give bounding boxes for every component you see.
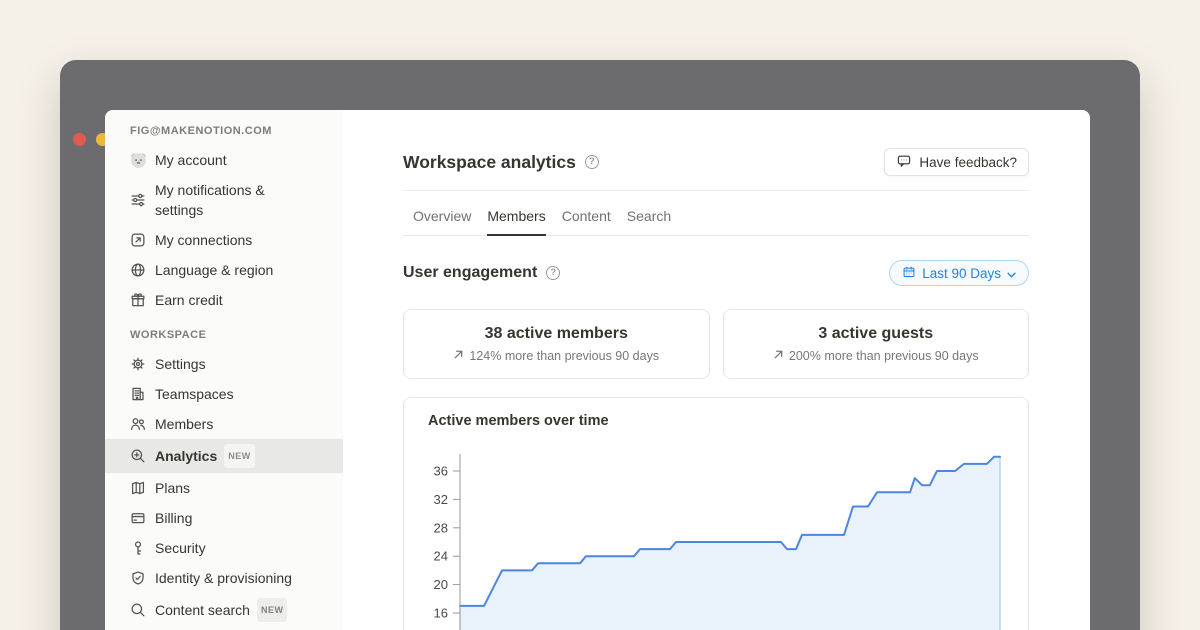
trend-up-icon: [453, 349, 464, 363]
key-icon: [129, 539, 147, 557]
app-window: FIG@MAKENOTION.COM My account My notifica…: [60, 60, 1140, 630]
stat-value: 3 active guests: [818, 325, 933, 343]
y-axis-tick-label: 36: [434, 464, 448, 479]
y-axis-tick-label: 20: [434, 577, 448, 592]
workspace-menu: Settings Teamspaces Members Analytics NEW Pla…: [105, 349, 343, 627]
stat-delta: 124% more than previous 90 days: [453, 349, 659, 363]
tab-content[interactable]: Content: [562, 191, 611, 236]
have-feedback-button[interactable]: Have feedback?: [884, 148, 1029, 176]
sidebar-item-label: Content search: [155, 600, 250, 620]
shield-check-icon: [129, 569, 147, 587]
user-engagement-header: User engagement ?: [403, 260, 1029, 286]
stat-delta-text: 124% more than previous 90 days: [469, 349, 659, 363]
sidebar-item-content-search[interactable]: Content search NEW: [105, 593, 343, 627]
sidebar-item-label: Earn credit: [155, 290, 223, 310]
page-header: Workspace analytics ?: [403, 148, 1029, 176]
stat-card-active-members: 38 active members 124% more than previous…: [403, 309, 710, 379]
calendar-icon: [902, 265, 916, 282]
avatar: [129, 151, 147, 169]
y-axis-tick-label: 28: [434, 520, 448, 535]
sidebar-item-teamspaces[interactable]: Teamspaces: [105, 379, 343, 409]
sidebar-item-plans[interactable]: Plans: [105, 473, 343, 503]
sidebar-item-security[interactable]: Security: [105, 533, 343, 563]
analytics-tabs: Overview Members Content Search: [403, 191, 1029, 236]
sidebar-item-my-account[interactable]: My account: [105, 145, 343, 175]
sidebar-item-label: Billing: [155, 508, 192, 528]
sidebar-item-label: Plans: [155, 478, 190, 498]
sidebar-item-settings[interactable]: Settings: [105, 349, 343, 379]
sidebar-item-earn-credit[interactable]: Earn credit: [105, 285, 343, 315]
people-icon: [129, 415, 147, 433]
sidebar-item-label: Members: [155, 414, 213, 434]
trend-up-icon: [773, 349, 784, 363]
close-window-icon[interactable]: [73, 133, 86, 146]
gift-icon: [129, 291, 147, 309]
new-badge: NEW: [224, 444, 255, 468]
sidebar-item-label: Analytics: [155, 446, 217, 466]
help-circle-icon[interactable]: ?: [585, 155, 599, 169]
sidebar-item-label: Identity & provisioning: [155, 568, 292, 588]
card-icon: [129, 509, 147, 527]
active-members-chart-card: Active members over time 162024283236: [403, 397, 1029, 630]
sidebar-item-my-notifications-settings[interactable]: My notifications & settings: [105, 175, 343, 225]
sidebar-item-label: My connections: [155, 230, 252, 250]
desktop-background: FIG@MAKENOTION.COM My account My notifica…: [0, 0, 1200, 630]
building-icon: [129, 385, 147, 403]
workspace-heading: Workspace: [105, 329, 343, 341]
sidebar-item-label: My notifications & settings: [155, 180, 313, 220]
speech-bubble-icon: [896, 153, 912, 172]
settings-sidebar: FIG@MAKENOTION.COM My account My notifica…: [105, 110, 343, 630]
stat-card-active-guests: 3 active guests 200% more than previous 9…: [723, 309, 1030, 379]
sliders-icon: [129, 191, 147, 209]
help-circle-icon[interactable]: ?: [546, 266, 560, 280]
globe-icon: [129, 261, 147, 279]
y-axis-tick-label: 24: [434, 549, 448, 564]
sidebar-item-label: My account: [155, 150, 227, 170]
sidebar-item-label: Security: [155, 538, 206, 558]
have-feedback-label: Have feedback?: [919, 155, 1017, 170]
engagement-stat-cards: 38 active members 124% more than previous…: [403, 309, 1029, 379]
user-engagement-title: User engagement: [403, 264, 537, 282]
stat-value: 38 active members: [485, 325, 628, 343]
chevron-down-icon: [1007, 266, 1016, 281]
sidebar-item-analytics[interactable]: Analytics NEW: [105, 439, 343, 473]
sidebar-item-my-connections[interactable]: My connections: [105, 225, 343, 255]
active-members-line-chart: 16 20 24 28 32 36: [404, 398, 1029, 630]
tab-members[interactable]: Members: [487, 191, 545, 236]
y-axis-tick-label: 16: [434, 606, 448, 621]
sidebar-item-identity-provisioning[interactable]: Identity & provisioning: [105, 563, 343, 593]
account-menu: My account My notifications & settings My …: [105, 145, 343, 315]
page-title: Workspace analytics: [403, 152, 576, 173]
settings-panel: FIG@MAKENOTION.COM My account My notifica…: [105, 110, 1090, 630]
date-range-dropdown[interactable]: Last 90 Days: [889, 260, 1029, 286]
sidebar-item-members[interactable]: Members: [105, 409, 343, 439]
account-email-heading: FIG@MAKENOTION.COM: [105, 125, 343, 137]
sidebar-item-billing[interactable]: Billing: [105, 503, 343, 533]
sidebar-item-language-region[interactable]: Language & region: [105, 255, 343, 285]
y-axis-tick-label: 32: [434, 492, 448, 507]
gear-icon: [129, 355, 147, 373]
magnifier-icon: [129, 601, 147, 619]
stat-delta-text: 200% more than previous 90 days: [789, 349, 979, 363]
sidebar-item-label: Teamspaces: [155, 384, 234, 404]
tab-overview[interactable]: Overview: [413, 191, 471, 236]
map-icon: [129, 479, 147, 497]
analytics-content: Workspace analytics ?: [343, 110, 1090, 630]
sidebar-item-label: Language & region: [155, 260, 273, 280]
arrow-square-icon: [129, 231, 147, 249]
tab-search[interactable]: Search: [627, 191, 671, 236]
magnifier-plus-icon: [129, 447, 147, 465]
stat-delta: 200% more than previous 90 days: [773, 349, 979, 363]
date-range-label: Last 90 Days: [922, 266, 1001, 281]
new-badge: NEW: [257, 598, 288, 622]
sidebar-item-label: Settings: [155, 354, 206, 374]
